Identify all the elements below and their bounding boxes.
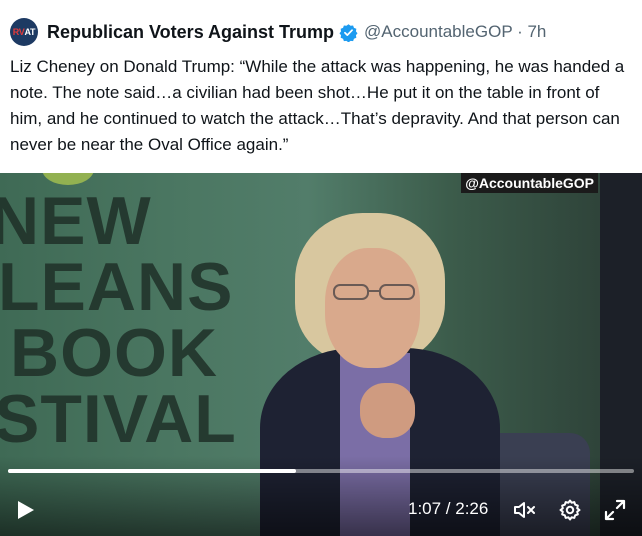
author-name[interactable]: Republican Voters Against Trump	[47, 22, 334, 43]
fullscreen-icon[interactable]	[603, 498, 627, 522]
handle-and-time[interactable]: @AccountableGOP · 7h	[364, 22, 546, 42]
progress-fill	[8, 469, 296, 473]
face-shape	[325, 248, 420, 368]
avatar[interactable]: RV AT	[10, 18, 38, 46]
controls-overlay	[0, 456, 642, 536]
gear-icon[interactable]	[558, 498, 582, 522]
verified-badge-icon	[339, 23, 358, 42]
video-watermark: @AccountableGOP	[461, 173, 598, 193]
banner-line: STIVAL	[0, 381, 237, 457]
hand-shape	[360, 383, 415, 438]
glasses-shape	[333, 284, 415, 300]
volume-muted-icon[interactable]	[512, 498, 536, 522]
banner-line: BOOK	[10, 315, 218, 391]
progress-bar[interactable]	[8, 469, 634, 473]
play-icon[interactable]	[14, 499, 36, 521]
avatar-text-suffix: AT	[24, 27, 36, 37]
banner-line: LEANS	[0, 249, 234, 325]
festival-banner: NEW LEANS BOOK STIVAL	[0, 183, 237, 457]
banner-line: NEW	[0, 183, 152, 259]
time-display: 1:07 / 2:26	[408, 499, 489, 518]
video-player[interactable]: NEW LEANS BOOK STIVAL @AccountableGOP 1:…	[0, 173, 642, 536]
tweet: RV AT Republican Voters Against Trump @Ac…	[0, 0, 642, 536]
tweet-text: Liz Cheney on Donald Trump: “While the a…	[10, 57, 625, 154]
tweet-header: RV AT Republican Voters Against Trump @Ac…	[10, 18, 546, 46]
avatar-text-prefix: RV	[12, 27, 25, 37]
